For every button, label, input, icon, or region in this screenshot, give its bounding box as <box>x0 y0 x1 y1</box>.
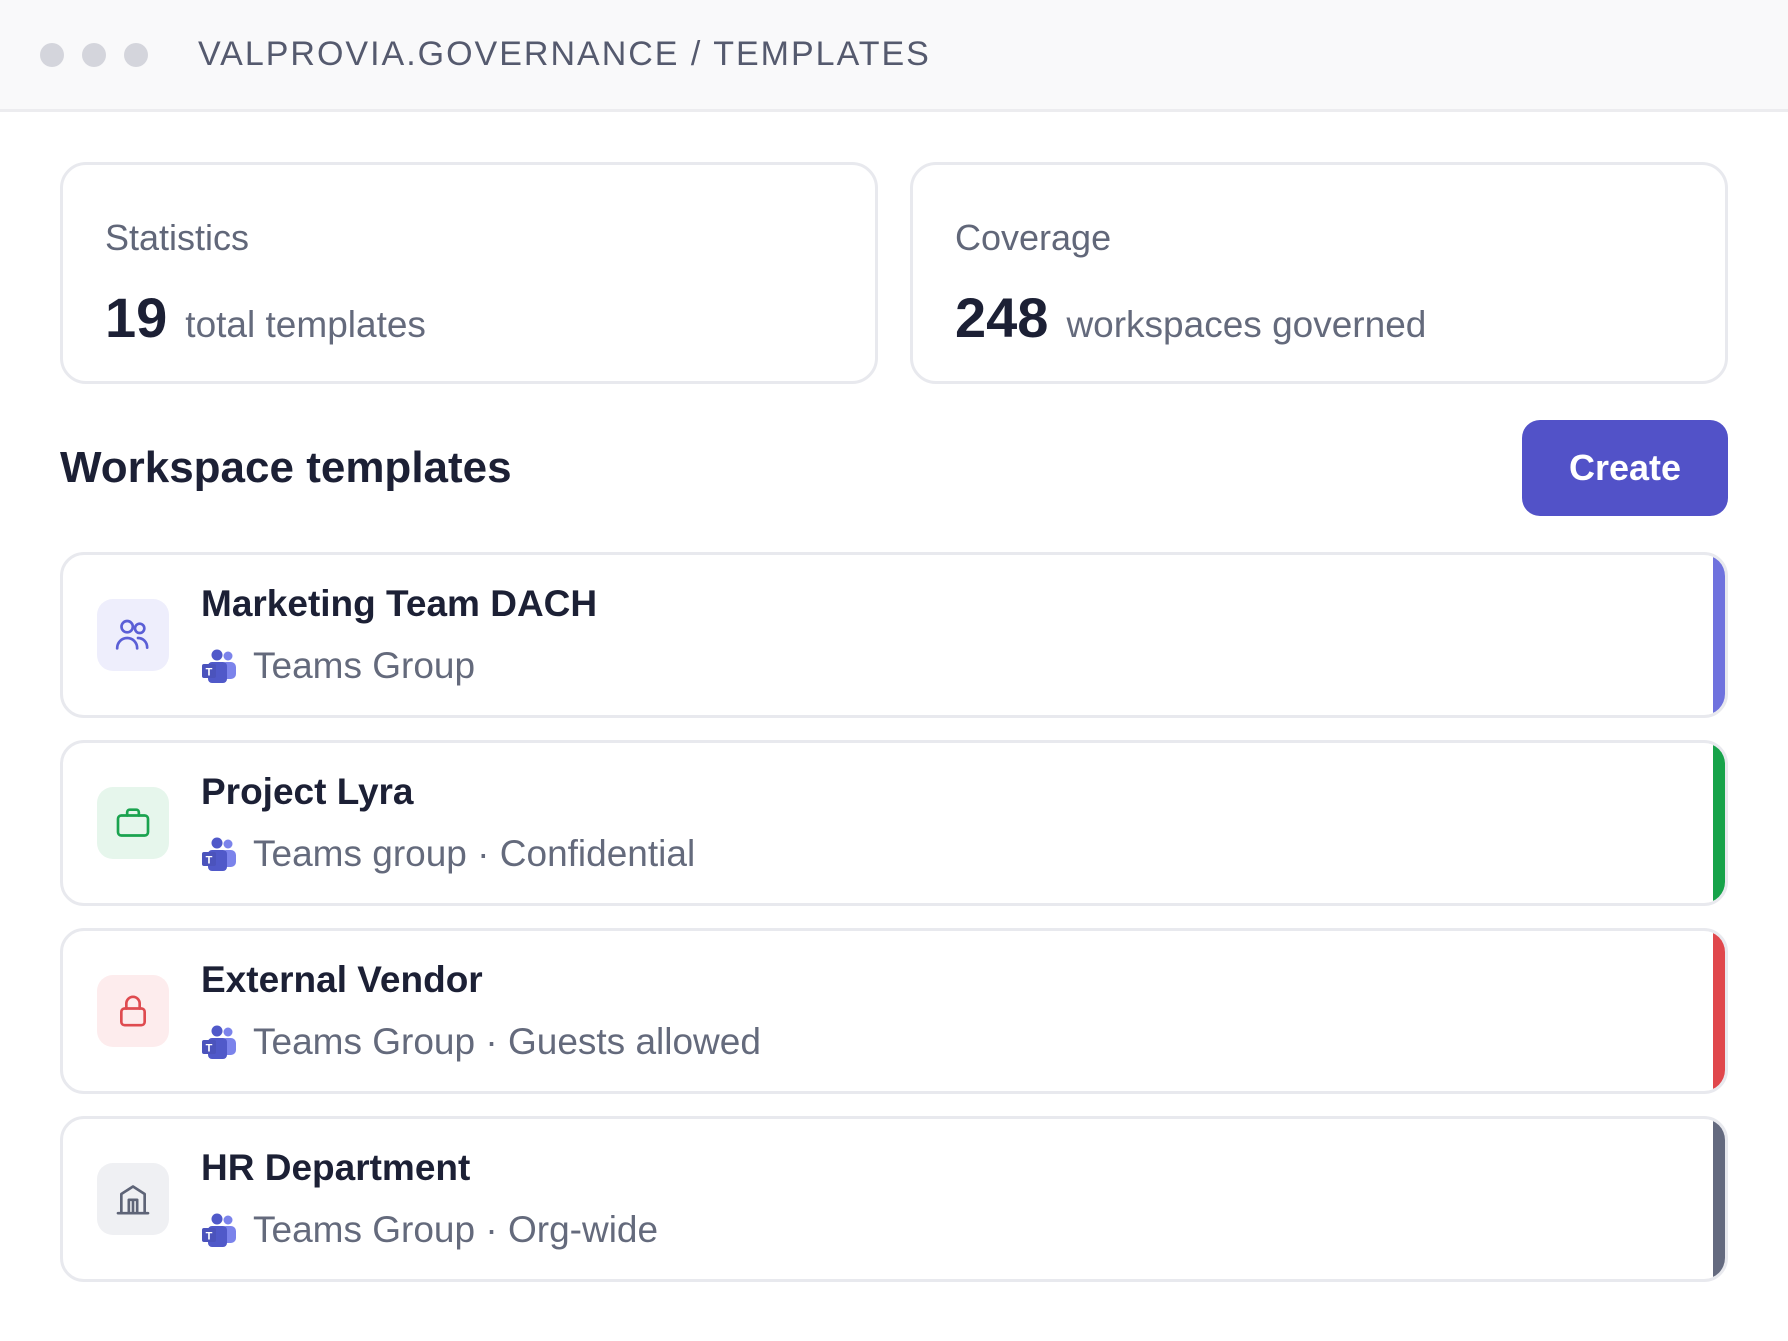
template-meta: Teams Group <box>253 645 476 686</box>
stat-unit: total templates <box>185 304 426 345</box>
svg-text:T: T <box>206 855 213 867</box>
template-tile <box>97 975 169 1047</box>
accent-bar <box>1713 1119 1725 1279</box>
template-name: Project Lyra <box>201 771 414 812</box>
stats-row: Statistics 19 total templates Coverage 2… <box>60 162 1728 384</box>
svg-text:T: T <box>206 667 213 679</box>
svg-text:T: T <box>206 1231 213 1243</box>
svg-text:T: T <box>206 1043 213 1055</box>
stat-unit: workspaces governed <box>1066 304 1427 345</box>
maximize-window-button[interactable] <box>124 42 148 67</box>
title-bar: VALPROVIA.GOVERNANCE / TEMPLATES <box>0 0 1788 112</box>
window-controls <box>40 42 148 67</box>
template-meta: Teams Group · Org-wide <box>253 1209 659 1250</box>
building-icon <box>116 1185 150 1215</box>
template-list: Marketing Team DACH T Teams Group Projec… <box>60 552 1728 1304</box>
template-name: Marketing Team DACH <box>201 583 598 624</box>
briefcase-icon <box>116 808 150 837</box>
template-name: External Vendor <box>201 959 483 1000</box>
create-button[interactable]: Create <box>1522 420 1728 516</box>
template-meta: Teams group · Confidential <box>253 833 696 874</box>
template-tile <box>97 599 169 671</box>
section-title: Workspace templates <box>60 443 512 492</box>
breadcrumb: VALPROVIA.GOVERNANCE / TEMPLATES <box>198 35 931 73</box>
template-meta: Teams Group · Guests allowed <box>253 1021 761 1062</box>
accent-bar <box>1713 931 1725 1091</box>
teams-icon: T <box>202 649 236 683</box>
accent-bar <box>1713 555 1725 715</box>
template-tile <box>97 787 169 859</box>
teams-icon: T <box>202 1213 236 1247</box>
template-item-project-lyra[interactable]: Project Lyra T Teams group · Confidentia… <box>60 740 1728 906</box>
lock-icon <box>120 995 146 1027</box>
stat-card-statistics: Statistics 19 total templates <box>60 162 878 384</box>
section-header: Workspace templates Create <box>60 420 1728 516</box>
template-name: HR Department <box>201 1147 471 1188</box>
users-icon <box>115 619 149 650</box>
template-item-hr-department[interactable]: HR Department T Teams Group · Org-wide <box>60 1116 1728 1282</box>
stat-value: 248 <box>955 286 1049 349</box>
template-item-marketing-team-dach[interactable]: Marketing Team DACH T Teams Group <box>60 552 1728 718</box>
close-window-button[interactable] <box>40 42 64 67</box>
stat-value: 19 <box>105 286 168 349</box>
teams-icon: T <box>202 837 236 871</box>
accent-bar <box>1713 743 1725 903</box>
teams-icon: T <box>202 1025 236 1059</box>
stat-label: Statistics <box>105 217 250 258</box>
template-item-external-vendor[interactable]: External Vendor T Teams Group · Guests a… <box>60 928 1728 1094</box>
template-tile <box>97 1163 169 1235</box>
stat-label: Coverage <box>955 217 1112 258</box>
stat-card-coverage: Coverage 248 workspaces governed <box>910 162 1728 384</box>
minimize-window-button[interactable] <box>82 42 106 67</box>
